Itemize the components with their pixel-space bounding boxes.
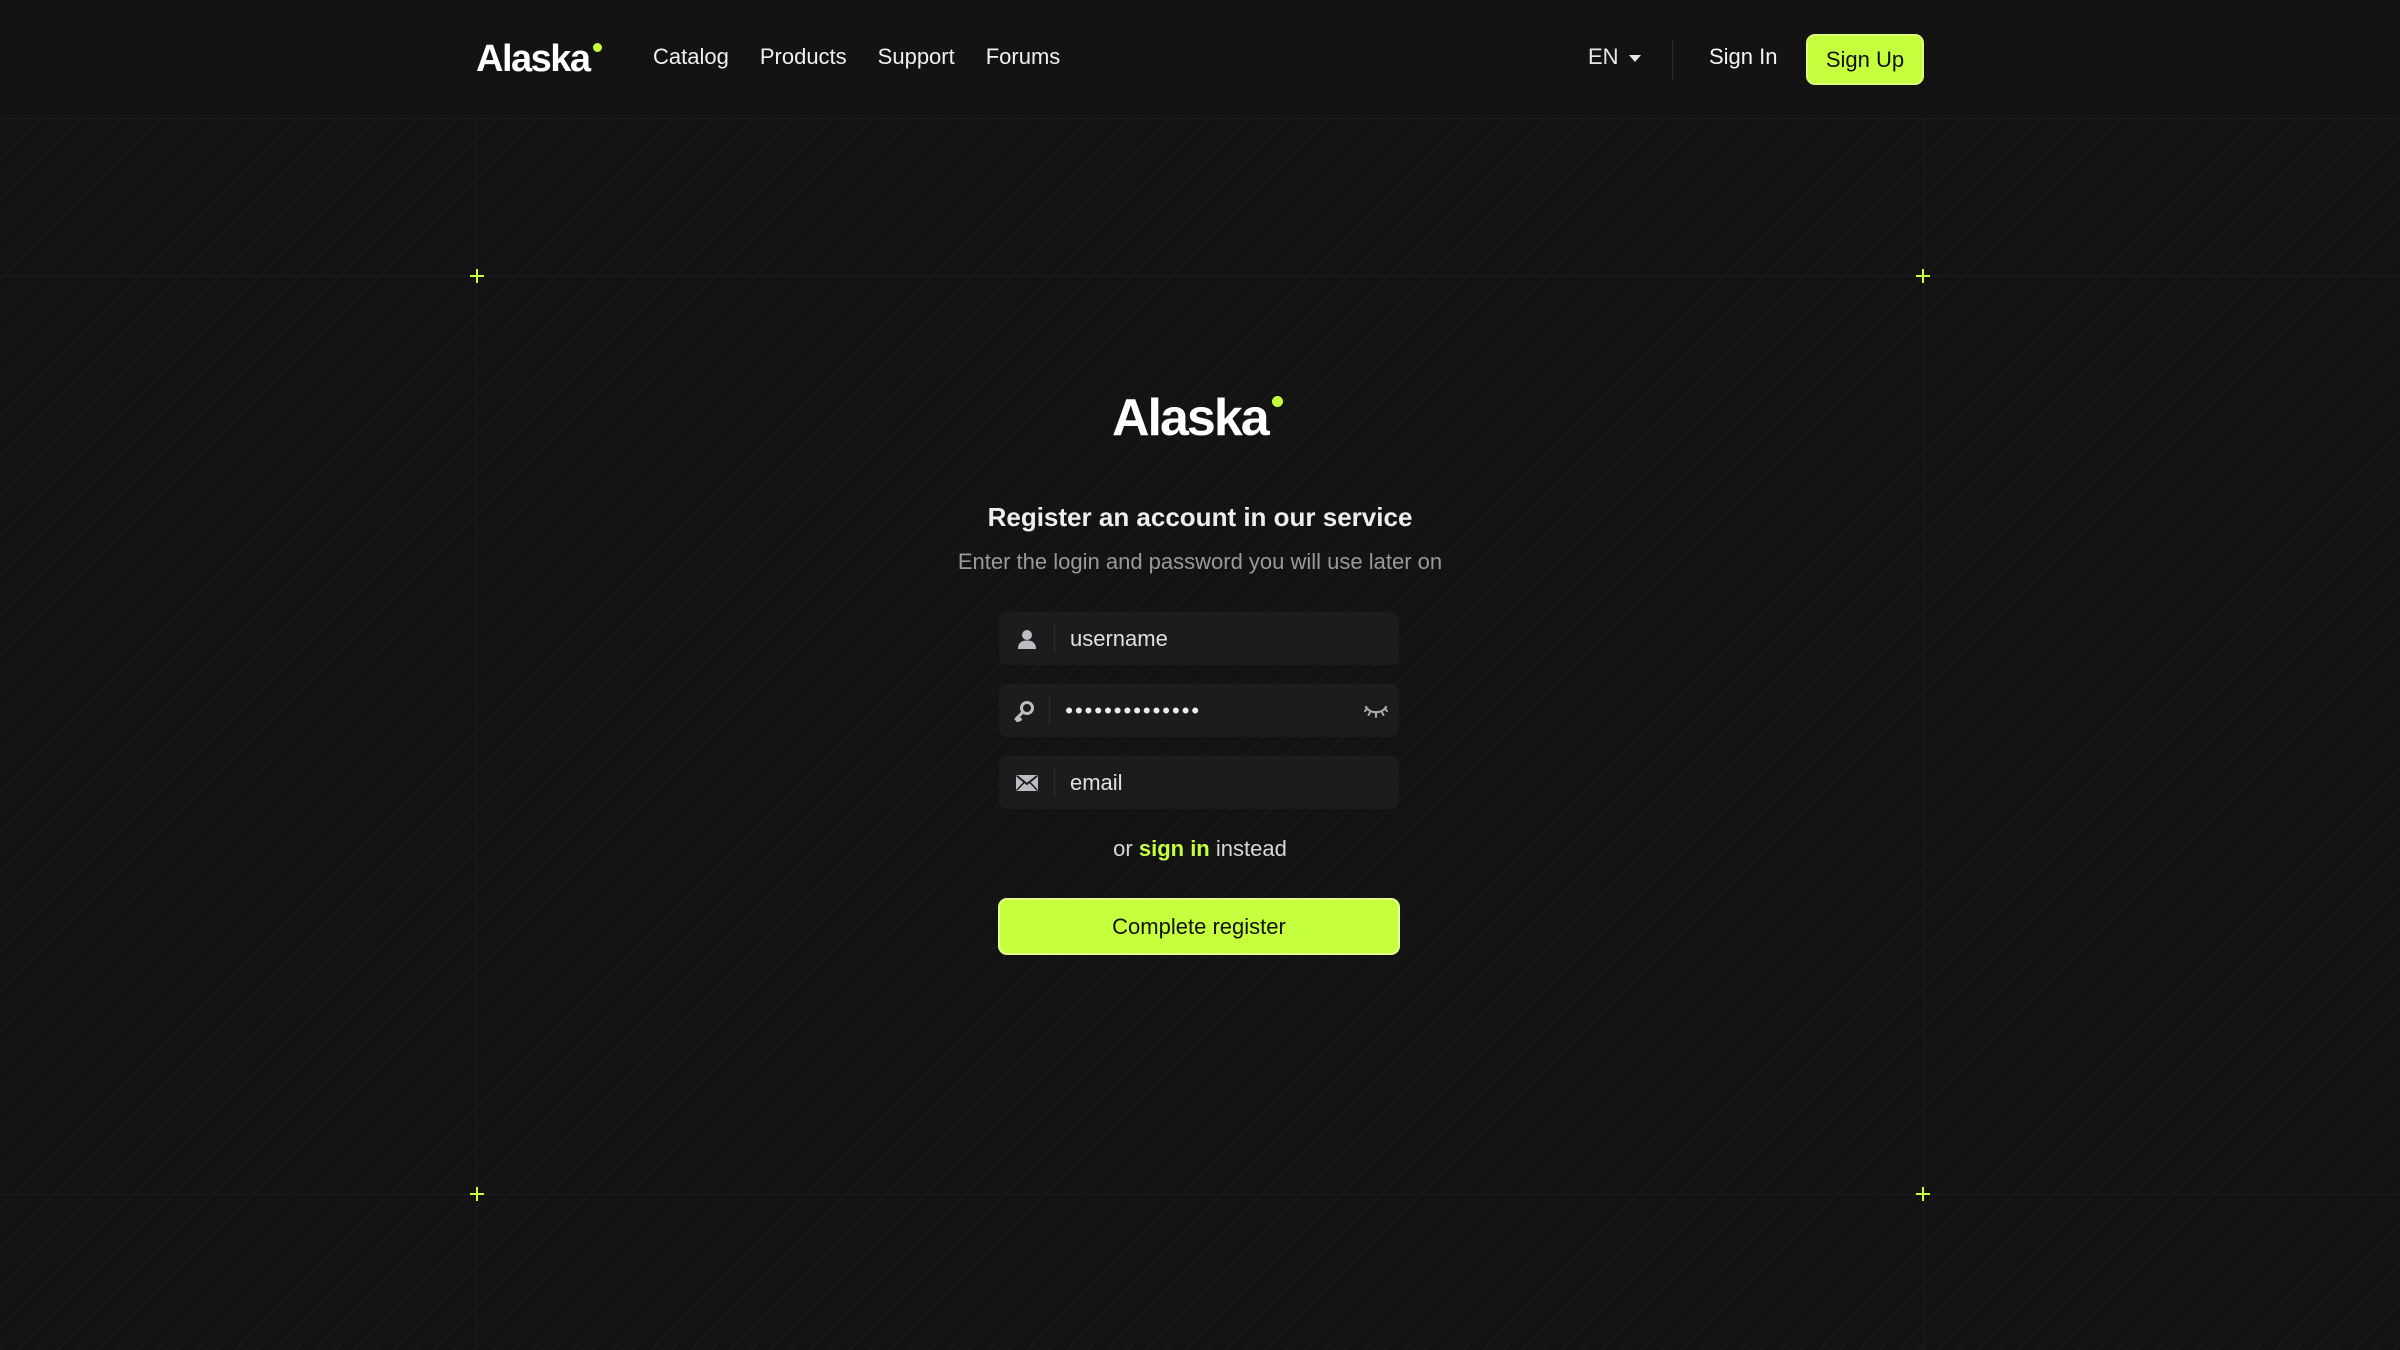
sign-in-instead-link[interactable]: sign in [1139,836,1210,861]
language-selector[interactable]: EN [1588,44,1641,70]
username-input[interactable] [1055,625,1399,652]
form-brand-name: Alaska [1112,389,1270,447]
form-title: Register an account in our service [987,502,1413,532]
logo-dot-icon [592,43,602,52]
frame-line-bottom [0,1194,2400,1195]
logo-dot-icon [1271,396,1283,407]
language-label: EN [1588,44,1619,69]
header-divider [1672,40,1673,80]
mail-icon [999,768,1055,797]
nav-catalog[interactable]: Catalog [653,44,729,70]
username-field [999,612,1399,665]
nav-products[interactable]: Products [760,44,847,70]
brand-logo[interactable]: Alaska [476,38,602,81]
sign-in-link[interactable]: Sign In [1709,44,1778,70]
password-input[interactable] [1050,697,1354,724]
caret-down-icon [1628,54,1641,62]
frame-line-left [476,119,477,1350]
or-prefix: or [1113,836,1133,861]
form-brand-logo: Alaska [1112,388,1283,448]
brand-name: Alaska [476,38,591,80]
user-icon [999,624,1055,653]
top-navbar: Alaska Catalog Products Support Forums E… [0,0,2400,119]
plus-icon [470,269,484,283]
alternate-signin-text: or sign in instead [900,836,1500,862]
frame-line-top [0,275,2400,276]
or-suffix: instead [1215,836,1287,861]
frame-line-right [1924,119,1925,1350]
nav-forums[interactable]: Forums [986,44,1061,70]
main-nav: Catalog Products Support Forums [653,44,1060,70]
complete-register-button[interactable]: Complete register [998,898,1400,955]
nav-support[interactable]: Support [878,44,955,70]
eye-closed-icon[interactable] [1353,684,1399,737]
form-subtitle: Enter the login and password you will us… [957,549,1443,574]
key-icon [999,696,1051,725]
email-input[interactable] [1055,769,1399,796]
plus-icon [1916,1187,1930,1201]
plus-icon [1916,269,1930,283]
password-field [999,684,1399,737]
email-field [999,756,1399,809]
sign-up-button[interactable]: Sign Up [1806,34,1924,85]
plus-icon [470,1187,484,1201]
